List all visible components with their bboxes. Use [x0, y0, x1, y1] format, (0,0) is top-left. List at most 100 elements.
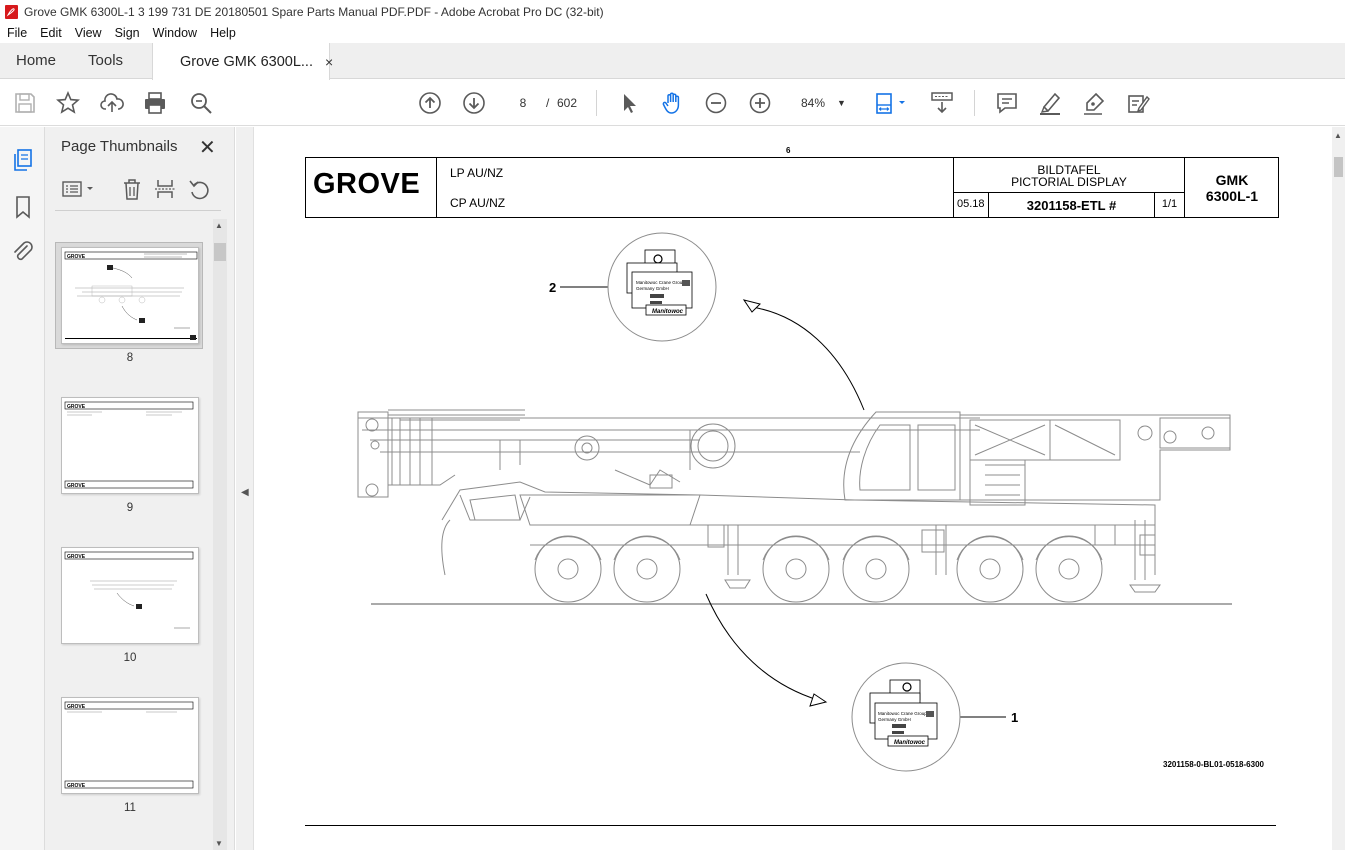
plate-subtitle-text: Germany GmbH: [636, 286, 669, 291]
scroll-down-icon[interactable]: ▼: [215, 839, 223, 848]
thumbnail-scrollbar[interactable]: ▲ ▼: [213, 219, 227, 850]
variant-cp: CP AU/NZ: [450, 196, 506, 210]
panel-collapse-handle[interactable]: ◀: [236, 127, 254, 850]
scroll-mode-icon[interactable]: [930, 91, 954, 115]
plate-subtitle-text: Germany GmbH: [878, 717, 911, 722]
bookmark-star-icon[interactable]: [56, 90, 80, 115]
model-line-2: 6300L-1: [1205, 188, 1259, 204]
title-bar: Grove GMK 6300L-1 3 199 731 DE 20180501 …: [0, 0, 1345, 23]
edit-pdf-icon[interactable]: [1126, 91, 1150, 115]
sheet-number: 1/1: [1161, 198, 1178, 210]
save-icon[interactable]: [13, 91, 37, 115]
close-tab-icon[interactable]: ×: [325, 54, 333, 70]
svg-text:GROVE: GROVE: [67, 704, 86, 710]
thumbnail-image: GROVE GROVE: [61, 697, 199, 794]
scroll-up-icon[interactable]: ▲: [1334, 131, 1342, 140]
zoom-value: 84%: [801, 96, 826, 110]
options-menu-icon[interactable]: [61, 177, 97, 201]
tab-bar: Home Tools Grove GMK 6300L... ×: [0, 43, 1345, 80]
menu-bar: File Edit View Sign Window Help: [0, 23, 1345, 43]
document-tab-label: Grove GMK 6300L...: [180, 53, 313, 70]
delete-page-icon[interactable]: [121, 177, 143, 201]
highlight-pen-icon[interactable]: [1038, 91, 1062, 115]
title-block-divider: [436, 158, 437, 218]
callout-2: 2: [549, 280, 557, 295]
comment-icon[interactable]: [995, 91, 1019, 115]
page-top-number: 6: [786, 146, 791, 155]
window-title: Grove GMK 6300L-1 3 199 731 DE 20180501 …: [24, 4, 604, 19]
sign-icon[interactable]: [1082, 91, 1106, 115]
thumbnail-page-number: 8: [126, 352, 134, 364]
title-english: PICTORIAL DISPLAY: [1011, 175, 1127, 189]
collapse-arrow-icon: ◀: [241, 487, 249, 498]
crane-drawing: Manitowoc Crane Group Germany GmbH Manit…: [357, 232, 1232, 772]
svg-text:GROVE: GROVE: [67, 783, 86, 789]
print-icon[interactable]: [143, 91, 167, 115]
plate-brand-text: Manitowoc: [894, 740, 926, 746]
scroll-up-icon[interactable]: ▲: [215, 221, 223, 230]
thumbnail-page-number: 9: [126, 502, 134, 514]
thumbnail-page-number: 11: [124, 802, 136, 814]
zoom-in-icon[interactable]: [748, 91, 772, 115]
extract-page-icon[interactable]: [154, 177, 176, 201]
model-line-1: GMK: [1215, 172, 1249, 188]
tab-document[interactable]: Grove GMK 6300L... ×: [152, 43, 333, 80]
page-down-icon[interactable]: [462, 91, 486, 115]
scrollbar-thumb[interactable]: [1334, 157, 1343, 177]
thumbnail-page-number: 10: [123, 652, 137, 664]
menu-file[interactable]: File: [0, 26, 33, 40]
panel-divider: [55, 210, 221, 211]
svg-text:GROVE: GROVE: [67, 554, 86, 560]
select-cursor-icon[interactable]: [617, 91, 641, 115]
page-up-icon[interactable]: [418, 91, 442, 115]
panel-toolbar: [55, 177, 225, 203]
plate-company-text: Manitowoc Crane Group: [878, 711, 927, 716]
left-navigation-rail: [0, 127, 45, 850]
plate-brand-text: Manitowoc: [652, 309, 684, 315]
issue-date: 05.18: [957, 198, 985, 210]
menu-view[interactable]: View: [68, 26, 108, 40]
fit-page-icon[interactable]: [874, 91, 905, 115]
thumbnail-image: GROVE: [61, 247, 199, 344]
plate-company-text: Manitowoc Crane Group: [636, 280, 685, 285]
document-scrollbar[interactable]: ▲: [1332, 127, 1345, 850]
rotate-page-icon[interactable]: [188, 177, 210, 201]
page-total: 602: [557, 96, 578, 110]
acrobat-app-icon: [5, 4, 18, 19]
page-thumbnails-panel: Page Thumbnails ✕ GROVE 8 GROVE GROVE 9 …: [45, 127, 235, 850]
toolbar-divider: [974, 90, 975, 116]
panel-title: Page Thumbnails: [61, 138, 178, 155]
svg-text:GROVE: GROVE: [67, 404, 86, 410]
svg-text:GROVE: GROVE: [67, 254, 86, 260]
menu-edit[interactable]: Edit: [33, 26, 68, 40]
grove-logo: GROVE: [313, 168, 421, 200]
tab-tools[interactable]: Tools: [72, 43, 139, 78]
tab-home[interactable]: Home: [0, 43, 72, 78]
thumbnail-image: GROVE: [61, 547, 199, 644]
variant-lp: LP AU/NZ: [450, 166, 504, 180]
page-number-input[interactable]: 8: [506, 90, 540, 114]
menu-sign[interactable]: Sign: [108, 26, 146, 40]
thumbnail-image: GROVE GROVE: [61, 397, 199, 494]
toolbar-divider: [596, 90, 597, 116]
title-block: GROVE LP AU/NZ CP AU/NZ BILDTAFEL PICTOR…: [305, 157, 1279, 218]
part-number: 3201158-ETL #: [1026, 198, 1117, 213]
scrollbar-thumb[interactable]: [214, 243, 226, 261]
svg-text:GROVE: GROVE: [67, 483, 86, 489]
page-thumbnails-icon[interactable]: [11, 148, 35, 172]
chevron-down-icon: ▼: [837, 98, 846, 108]
close-panel-icon[interactable]: ✕: [199, 135, 216, 160]
zoom-select[interactable]: 84% ▼: [793, 91, 855, 115]
bookmarks-icon[interactable]: [11, 195, 35, 219]
page-bottom-rule: [305, 825, 1276, 826]
page-separator: /: [546, 96, 550, 110]
zoom-out-icon[interactable]: [704, 91, 728, 115]
menu-window[interactable]: Window: [146, 26, 203, 40]
drawing-code: 3201158-0-BL01-0518-6300: [1163, 760, 1264, 769]
upload-icon[interactable]: [100, 91, 124, 115]
main-toolbar: 8 / 602 84% ▼: [0, 80, 1345, 126]
menu-help[interactable]: Help: [203, 26, 242, 40]
attachments-icon[interactable]: [11, 240, 35, 264]
hand-tool-icon[interactable]: [660, 91, 684, 115]
zoom-search-icon[interactable]: [189, 91, 213, 115]
